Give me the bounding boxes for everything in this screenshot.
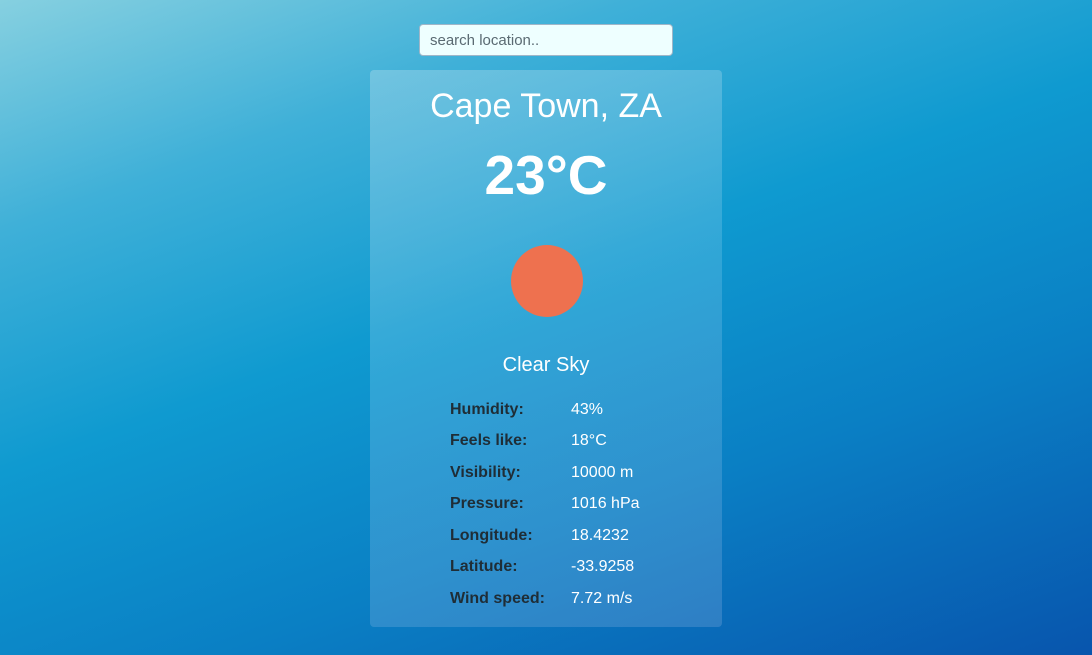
detail-label: Pressure: [450,495,524,513]
detail-row-longitude: Longitude: 18.4232 [450,520,700,552]
search-bar [419,24,673,56]
detail-value: 1016 hPa [571,495,640,513]
detail-row-visibility: Visibility: 10000 m [450,457,700,489]
detail-row-humidity: Humidity: 43% [450,394,700,426]
detail-row-pressure: Pressure: 1016 hPa [450,489,700,521]
sun-icon [511,245,583,317]
search-location-input[interactable] [419,24,673,56]
weather-details: Humidity: 43% Feels like: 18°C Visibilit… [450,394,700,615]
detail-value: 7.72 m/s [571,589,633,607]
detail-row-feels-like: Feels like: 18°C [450,426,700,458]
location-title: Cape Town, ZA [430,87,662,125]
detail-row-wind-speed: Wind speed: 7.72 m/s [450,583,700,615]
detail-value: 18°C [571,432,607,450]
detail-value: -33.9258 [571,558,635,576]
weather-card: Cape Town, ZA 23°C Clear Sky Humidity: 4… [370,70,722,627]
detail-value: 10000 m [571,463,634,481]
temperature-value: 23°C [484,144,608,206]
detail-label: Latitude: [450,558,518,576]
detail-label: Feels like: [450,432,528,450]
detail-label: Longitude: [450,526,533,544]
detail-label: Humidity: [450,400,524,418]
weather-condition: Clear Sky [502,354,590,376]
detail-label: Visibility: [450,463,521,481]
detail-value: 18.4232 [571,526,629,544]
detail-label: Wind speed: [450,589,545,607]
detail-value: 43% [571,400,604,418]
detail-row-latitude: Latitude: -33.9258 [450,552,700,584]
